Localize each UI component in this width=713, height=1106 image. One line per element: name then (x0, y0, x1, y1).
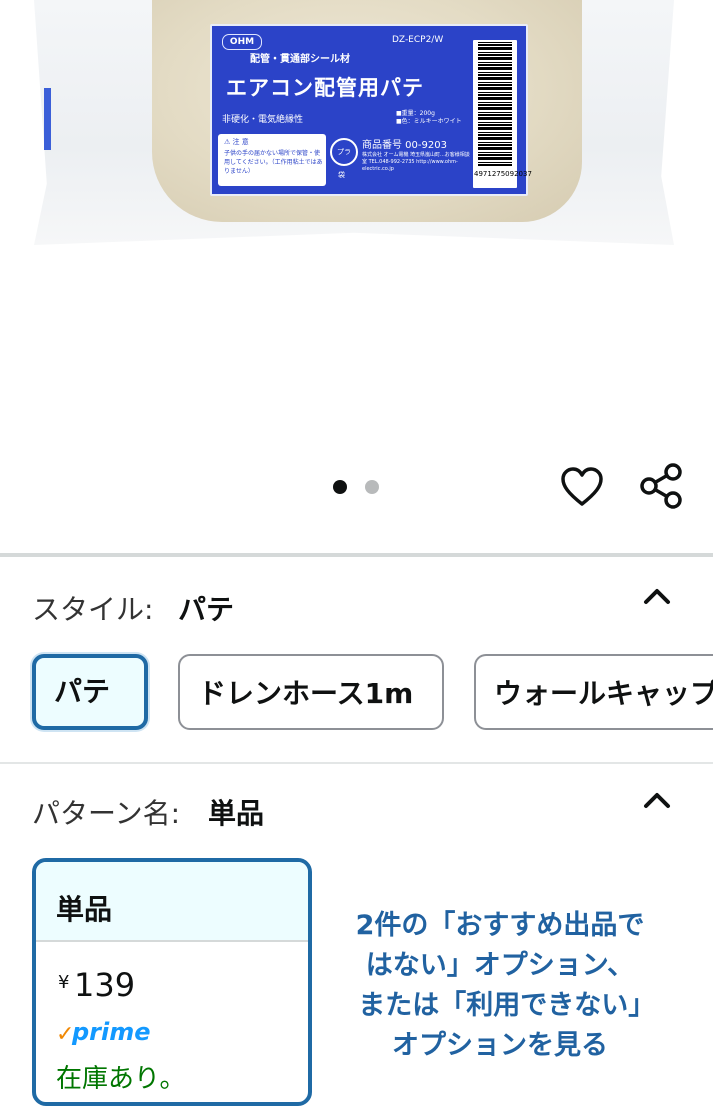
style-option-wall-cap[interactable]: ウォールキャップ (474, 654, 713, 730)
share-icon (640, 463, 682, 509)
label-color: ■色：ミルキーホワイト (396, 118, 462, 125)
carousel-dot[interactable] (365, 480, 379, 494)
style-option-putty[interactable]: パテ (32, 654, 148, 730)
barcode-lines (478, 42, 512, 166)
style-option-label: ドレンホース1m (198, 677, 414, 710)
stock-status: 在庫あり。 (56, 1064, 186, 1094)
brand-logo: OHM (222, 34, 262, 50)
style-label: スタイル: (32, 593, 154, 626)
recycle-icon: プラ (330, 138, 358, 166)
price-currency: ¥ (58, 972, 70, 993)
collapse-style-button[interactable] (642, 582, 672, 612)
style-option-label: パテ (54, 675, 111, 708)
heart-icon (561, 467, 603, 506)
card-title: 単品 (56, 893, 113, 926)
wishlist-button[interactable] (560, 466, 604, 508)
style-option-label: ウォールキャップ (494, 677, 713, 710)
label-feature: 非硬化・電気絶縁性 (222, 115, 304, 125)
recycle-sub: 袋 (338, 171, 345, 179)
chevron-up-icon (644, 793, 670, 808)
notice-title: ⚠ 注 意 (224, 138, 249, 146)
style-option-drain-hose[interactable]: ドレンホース1m (178, 654, 444, 730)
prime-logo: prime (72, 1018, 151, 1046)
label-title: エアコン配管用パテ (226, 76, 424, 100)
collapse-pattern-button[interactable] (642, 786, 672, 816)
chevron-up-icon (644, 589, 670, 604)
pattern-label: パターン名: (32, 797, 181, 830)
model-code: DZ-ECP2/W (392, 35, 444, 45)
carousel-dot-active[interactable] (333, 480, 347, 494)
section-divider (0, 553, 713, 557)
pattern-value: 単品 (208, 797, 265, 830)
notice-text: 子供の手の届かない場所で保管・使用してください。（工作用粘土ではありません） (224, 150, 323, 175)
bag-stripe (44, 88, 51, 150)
section-divider (0, 762, 713, 764)
share-button[interactable] (638, 462, 684, 510)
style-value: パテ (178, 593, 235, 626)
label-subtitle: 配管・貫通部シール材 (250, 54, 350, 65)
product-number: 商品番号 00-9203 (362, 140, 447, 151)
pattern-option-card-single[interactable]: 単品 ¥ 139 ✓ prime 在庫あり。 (32, 858, 312, 1106)
other-options-link[interactable]: 2件の「おすすめ出品ではない」オプション、または「利用できない」オプションを見る (355, 906, 645, 1066)
company-info: 株式会社 オーム電機 埼玉県嵐山町...お客様相談室 TEL.048-992-2… (362, 152, 470, 172)
product-image[interactable]: OHM DZ-ECP2/W 配管・貫通部シール材 エアコン配管用パテ 非硬化・電… (0, 0, 713, 450)
barcode-number: 4971275092037 (474, 170, 532, 178)
price-value: 139 (74, 966, 136, 1004)
